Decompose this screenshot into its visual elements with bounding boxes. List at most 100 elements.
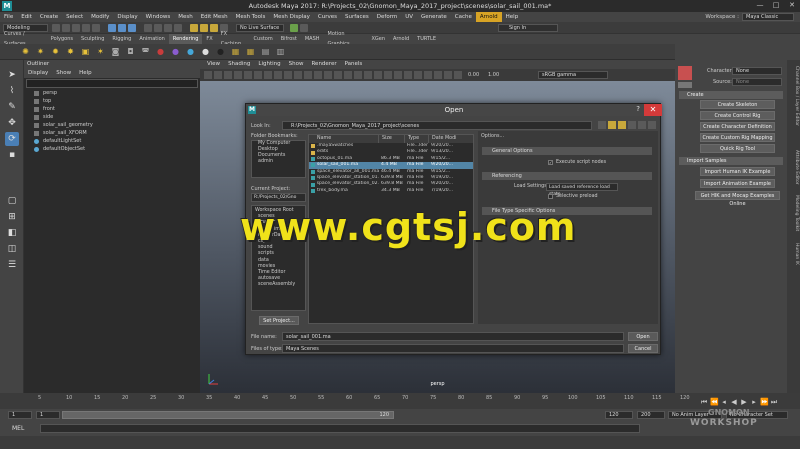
open-scene-icon[interactable] — [62, 23, 70, 32]
tab-mash[interactable]: MASH — [301, 34, 324, 44]
new-folder-icon[interactable] — [618, 121, 626, 129]
move-tool-icon[interactable]: ✥ — [5, 116, 19, 130]
cancel-button[interactable]: Cancel — [628, 344, 658, 353]
single-view-icon[interactable]: ▢ — [5, 194, 19, 208]
dialog-help-button[interactable]: ? — [636, 105, 640, 113]
get-hik-mocap-examples-button[interactable]: Get HIK and Mocap Examples Online — [695, 191, 780, 207]
redo-icon[interactable] — [92, 23, 100, 32]
bookmark-admin[interactable]: admin — [252, 159, 305, 165]
safe-title-icon[interactable] — [314, 71, 322, 79]
outliner-menu-show[interactable]: Show — [56, 69, 71, 78]
selective-preload-checkbox[interactable] — [548, 194, 553, 199]
create-skeleton-button[interactable]: Create Skeleton — [700, 100, 775, 109]
tab-rigging[interactable]: Rigging — [108, 34, 135, 44]
viewport-menu-lighting[interactable]: Lighting — [254, 60, 284, 69]
render-icon[interactable]: ▦ — [230, 46, 241, 57]
step-back-frame-icon[interactable]: ◂ — [720, 398, 728, 406]
menu-windows[interactable]: Windows — [142, 12, 175, 22]
outliner-item-default-object-set[interactable]: defaultObjectSet — [24, 145, 200, 153]
motion-blur-icon[interactable] — [394, 71, 402, 79]
outliner-layout-icon[interactable]: ☰ — [5, 258, 19, 272]
column-type[interactable]: Type — [405, 135, 429, 143]
range-start-field[interactable]: 1 — [8, 411, 32, 419]
area-light-icon[interactable]: ▣ — [80, 46, 91, 57]
maximize-button[interactable]: □ — [768, 1, 784, 11]
tab-rendering[interactable]: Rendering — [168, 34, 203, 44]
wireframe-on-shaded-icon[interactable] — [344, 71, 352, 79]
bookmark-icon[interactable] — [214, 71, 222, 79]
tab-fx[interactable]: FX — [202, 34, 216, 44]
outliner-search-input[interactable] — [26, 79, 198, 88]
create-character-definition-button[interactable]: Create Character Definition — [700, 122, 775, 131]
thumbnail-view-icon[interactable] — [648, 121, 656, 129]
range-end-field[interactable]: 120 — [605, 411, 633, 419]
directional-light-icon[interactable]: ✷ — [35, 46, 46, 57]
use-background-icon[interactable]: ● — [215, 46, 226, 57]
exposure-value[interactable]: 0.00 — [468, 72, 484, 78]
spot-light-icon[interactable]: ✸ — [65, 46, 76, 57]
tab-turtle[interactable]: TURTLE — [413, 34, 440, 44]
play-forward-icon[interactable]: ▶ — [740, 398, 748, 406]
menu-uv[interactable]: UV — [401, 12, 417, 22]
menu-mesh-display[interactable]: Mesh Display — [269, 12, 314, 22]
tab-polygons[interactable]: Polygons — [47, 34, 77, 44]
menu-curves[interactable]: Curves — [314, 12, 341, 22]
viewport-menu-panels[interactable]: Panels — [341, 60, 367, 69]
shadows-icon[interactable] — [374, 71, 382, 79]
ipr-icon[interactable]: ▦ — [245, 46, 256, 57]
tab-sculpting[interactable]: Sculpting — [77, 34, 108, 44]
lasso-tool-icon[interactable]: ⌇ — [5, 84, 19, 98]
workspace-dropdown[interactable]: Maya Classic — [742, 13, 794, 21]
tree-folder[interactable]: sceneAssembly — [252, 282, 305, 288]
outliner-menu-display[interactable]: Display — [28, 69, 48, 78]
render-view-icon[interactable] — [190, 23, 198, 32]
import-samples-section-header[interactable]: Import Samples — [679, 157, 783, 165]
grease-pencil-icon[interactable] — [244, 71, 252, 79]
color-space-dropdown[interactable]: sRGB gamma — [538, 71, 608, 79]
tab-attribute-editor[interactable]: Attribute Editor — [788, 150, 799, 185]
persp-graph-icon[interactable]: ◫ — [5, 242, 19, 256]
isolate-select-icon[interactable] — [424, 71, 432, 79]
list-view-icon[interactable] — [628, 121, 636, 129]
mel-label[interactable]: MEL — [12, 425, 24, 432]
go-to-end-icon[interactable]: ⏭ — [770, 398, 778, 406]
surface-shader-icon[interactable]: ● — [200, 46, 211, 57]
film-gate-icon[interactable] — [264, 71, 272, 79]
time-slider[interactable]: 5 10 15 20 25 30 35 40 45 50 55 60 65 70… — [0, 393, 800, 409]
outliner-item-front[interactable]: front — [24, 105, 200, 113]
select-object-icon[interactable] — [118, 23, 126, 32]
snap-point-icon[interactable] — [164, 23, 172, 32]
hypershade-icon[interactable]: ▥ — [275, 46, 286, 57]
outliner-item-persp[interactable]: persp — [24, 89, 200, 97]
play-backward-icon[interactable]: ◀ — [730, 398, 738, 406]
render-settings-shelf-icon[interactable]: ▤ — [260, 46, 271, 57]
snap-curve-icon[interactable] — [154, 23, 162, 32]
camera-aim-up-icon[interactable]: ◚ — [140, 46, 151, 57]
menu-arnold[interactable]: Arnold — [475, 12, 502, 22]
import-animation-example-button[interactable]: Import Animation Example — [700, 179, 775, 188]
column-size[interactable]: Size — [379, 135, 405, 143]
range-start-inner-field[interactable]: 1 — [36, 411, 60, 419]
range-slider[interactable]: 120 — [62, 411, 394, 419]
ambient-occlusion-icon[interactable] — [384, 71, 392, 79]
menu-cache[interactable]: Cache — [451, 12, 476, 22]
symmetry-icon[interactable] — [290, 23, 298, 32]
rotate-tool-icon[interactable]: ⟳ — [5, 132, 19, 146]
resolution-gate-icon[interactable] — [274, 71, 282, 79]
menu-create[interactable]: Create — [36, 12, 62, 22]
menu-mesh[interactable]: Mesh — [174, 12, 196, 22]
tab-human-ik[interactable]: Human IK — [788, 243, 799, 265]
lights-icon[interactable] — [364, 71, 372, 79]
range-max-field[interactable]: 200 — [637, 411, 665, 419]
render-current-icon[interactable] — [200, 23, 208, 32]
xray-icon[interactable] — [434, 71, 442, 79]
load-settings-dropdown[interactable]: Load saved reference load state — [546, 183, 618, 197]
xray-joints-icon[interactable] — [444, 71, 452, 79]
viewport-menu-renderer[interactable]: Renderer — [307, 60, 340, 69]
column-date[interactable]: Date Modi — [429, 135, 473, 143]
sign-in-button[interactable]: Sign In — [498, 24, 558, 32]
image-plane-icon[interactable] — [224, 71, 232, 79]
menu-select[interactable]: Select — [62, 12, 87, 22]
menu-edit-mesh[interactable]: Edit Mesh — [197, 12, 232, 22]
smooth-shade-icon[interactable] — [334, 71, 342, 79]
